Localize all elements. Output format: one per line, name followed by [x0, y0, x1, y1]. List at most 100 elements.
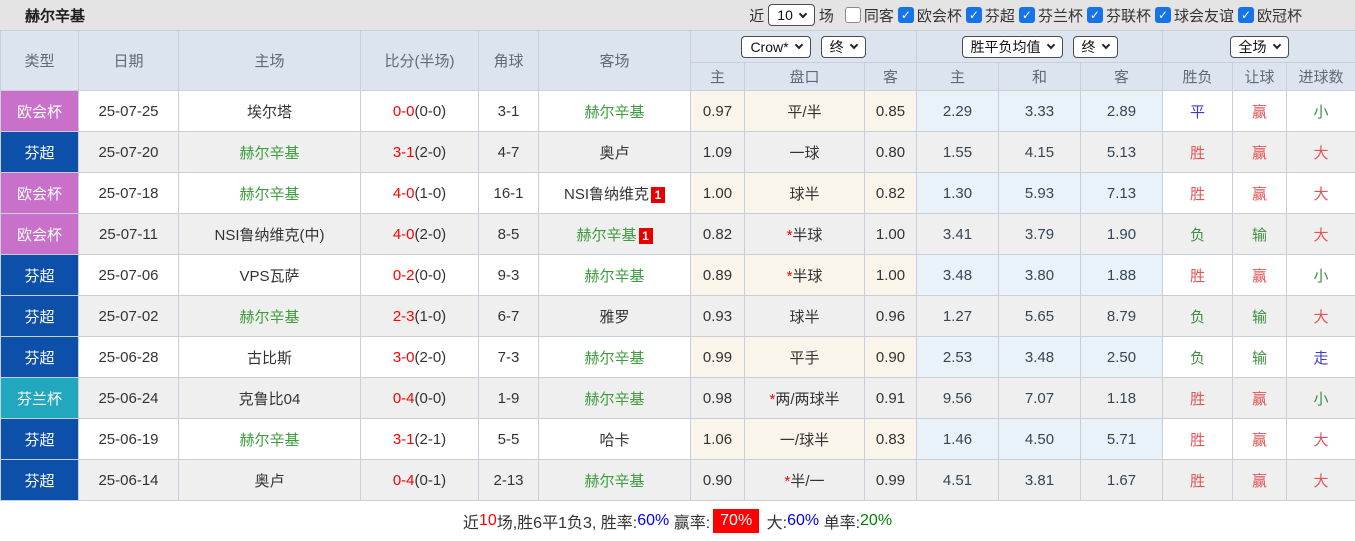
date-cell: 25-06-24 [79, 378, 179, 419]
halftime-score: (1-0) [415, 308, 447, 325]
team-name: 雅罗 [599, 309, 629, 326]
type-cell: 芬超 [1, 337, 79, 378]
team-name: 赫尔辛基 [239, 432, 299, 449]
away-team-cell: 雅罗 [539, 296, 691, 337]
team-name: NSI鲁纳维克 [564, 186, 649, 203]
filter-checkbox[interactable]: ✓ [1087, 7, 1103, 23]
avg-home-cell: 3.41 [917, 214, 999, 255]
col-header-corner: 角球 [479, 31, 539, 91]
filter-checkbox[interactable]: ✓ [1155, 7, 1171, 23]
team-name: 古比斯 [247, 350, 292, 367]
avg-away-cell: 2.50 [1081, 337, 1163, 378]
fulltime-score: 0-4 [393, 390, 415, 407]
bookmaker-select[interactable]: Crow* [741, 36, 810, 58]
recent-count-select[interactable]: 10 [768, 4, 815, 26]
filter-label[interactable]: 欧会杯 [917, 5, 963, 26]
avg-draw-cell: 5.93 [999, 173, 1081, 214]
handicap-text: 平手 [789, 350, 819, 367]
team-name: 赫尔辛基 [584, 104, 644, 121]
fulltime-score: 3-0 [393, 349, 415, 366]
odds-home-cell: 1.09 [691, 132, 745, 173]
filter-checkbox[interactable]: ✓ [1238, 7, 1254, 23]
type-cell: 芬超 [1, 132, 79, 173]
score-cell: 0-4(0-0) [361, 378, 479, 419]
handicap-cell: 平/半 [745, 91, 865, 132]
col-header-type: 类型 [1, 31, 79, 91]
top-bar: 赫尔辛基 近 10 场 同客✓欧会杯✓芬超✓芬兰杯✓芬联杯✓球会友谊✓欧冠杯 [0, 0, 1355, 30]
filter-label[interactable]: 球会友谊 [1174, 5, 1235, 26]
avg-draw-cell: 4.15 [999, 132, 1081, 173]
type-cell: 芬超 [1, 296, 79, 337]
avg-home-cell: 1.46 [917, 419, 999, 460]
chevron-down-icon [1046, 41, 1054, 49]
avg-draw-cell: 4.50 [999, 419, 1081, 460]
odds-home-cell: 0.89 [691, 255, 745, 296]
filter-label[interactable]: 芬超 [985, 5, 1016, 26]
odds-time-select-value: 终 [830, 37, 844, 57]
corner-cell: 1-9 [479, 378, 539, 419]
filter-checkbox[interactable]: ✓ [966, 7, 982, 23]
date-cell: 25-06-14 [79, 460, 179, 501]
filter-checkbox[interactable]: ✓ [898, 7, 914, 23]
type-cell: 欧会杯 [1, 91, 79, 132]
team-name: 赫尔辛基 [239, 309, 299, 326]
avg-draw-cell: 3.48 [999, 337, 1081, 378]
odds-away-cell: 1.00 [865, 255, 917, 296]
result-handicap-cell: 输 [1233, 337, 1287, 378]
filter-label[interactable]: 芬联杯 [1106, 5, 1152, 26]
avg-type-select[interactable]: 胜平负均值 [962, 36, 1063, 58]
result-outcome-cell: 负 [1163, 214, 1233, 255]
avg-away-cell: 1.18 [1081, 378, 1163, 419]
corner-cell: 5-5 [479, 419, 539, 460]
filter-checkbox[interactable] [845, 7, 861, 23]
result-goals-cell: 走 [1287, 337, 1355, 378]
halftime-score: (0-0) [415, 267, 447, 284]
filter-label[interactable]: 芬兰杯 [1038, 5, 1084, 26]
date-cell: 25-06-28 [79, 337, 179, 378]
odds-away-cell: 0.96 [865, 296, 917, 337]
fulltime-score: 0-2 [393, 267, 415, 284]
summary-footer: 近10场,胜6平1负3, 胜率:60% 赢率:70% 大:60% 单率:20% [0, 501, 1355, 541]
home-team-cell: 赫尔辛基 [179, 173, 361, 214]
team-name: 赫尔辛基 [239, 186, 299, 203]
handicap-text: 球半 [789, 309, 819, 326]
avg-time-select-value: 终 [1082, 37, 1096, 57]
sub-header-odds-away: 客 [865, 63, 917, 91]
avg-away-cell: 1.67 [1081, 460, 1163, 501]
chevron-down-icon [1101, 41, 1109, 49]
filter-label[interactable]: 欧冠杯 [1257, 5, 1303, 26]
result-handicap-cell: 赢 [1233, 460, 1287, 501]
filter-checkbox[interactable]: ✓ [1019, 7, 1035, 23]
result-scope-select[interactable]: 全场 [1230, 36, 1289, 58]
odds-time-select[interactable]: 终 [821, 36, 866, 58]
page-title: 赫尔辛基 [0, 5, 85, 26]
date-cell: 25-07-02 [79, 296, 179, 337]
score-cell: 0-2(0-0) [361, 255, 479, 296]
date-cell: 25-07-18 [79, 173, 179, 214]
team-name: 哈卡 [599, 432, 629, 449]
handicap-cell: 一球 [745, 132, 865, 173]
result-handicap-cell: 赢 [1233, 378, 1287, 419]
team-name: 奥卢 [599, 145, 629, 162]
team-name: 赫尔辛基 [584, 391, 644, 408]
score-cell: 0-4(0-1) [361, 460, 479, 501]
filter-label[interactable]: 同客 [864, 5, 895, 26]
result-handicap-cell: 赢 [1233, 132, 1287, 173]
halftime-score: (2-0) [415, 144, 447, 161]
avg-time-select[interactable]: 终 [1073, 36, 1118, 58]
sub-header-handicap-result: 让球 [1233, 63, 1287, 91]
home-team-cell: 赫尔辛基 [179, 419, 361, 460]
table-row: 欧会杯25-07-11NSI鲁纳维克(中)4-0(2-0)8-5赫尔辛基10.8… [1, 214, 1355, 255]
result-outcome-cell: 胜 [1163, 173, 1233, 214]
away-team-cell: 赫尔辛基 [539, 378, 691, 419]
sub-header-outcome: 胜负 [1163, 63, 1233, 91]
halftime-score: (2-0) [415, 349, 447, 366]
avg-home-cell: 9.56 [917, 378, 999, 419]
recent-prefix-label: 近 [745, 5, 768, 26]
result-goals-cell: 大 [1287, 132, 1355, 173]
away-team-cell: 赫尔辛基 [539, 255, 691, 296]
score-cell: 0-0(0-0) [361, 91, 479, 132]
score-cell: 2-3(1-0) [361, 296, 479, 337]
type-cell: 芬兰杯 [1, 378, 79, 419]
score-cell: 4-0(2-0) [361, 214, 479, 255]
